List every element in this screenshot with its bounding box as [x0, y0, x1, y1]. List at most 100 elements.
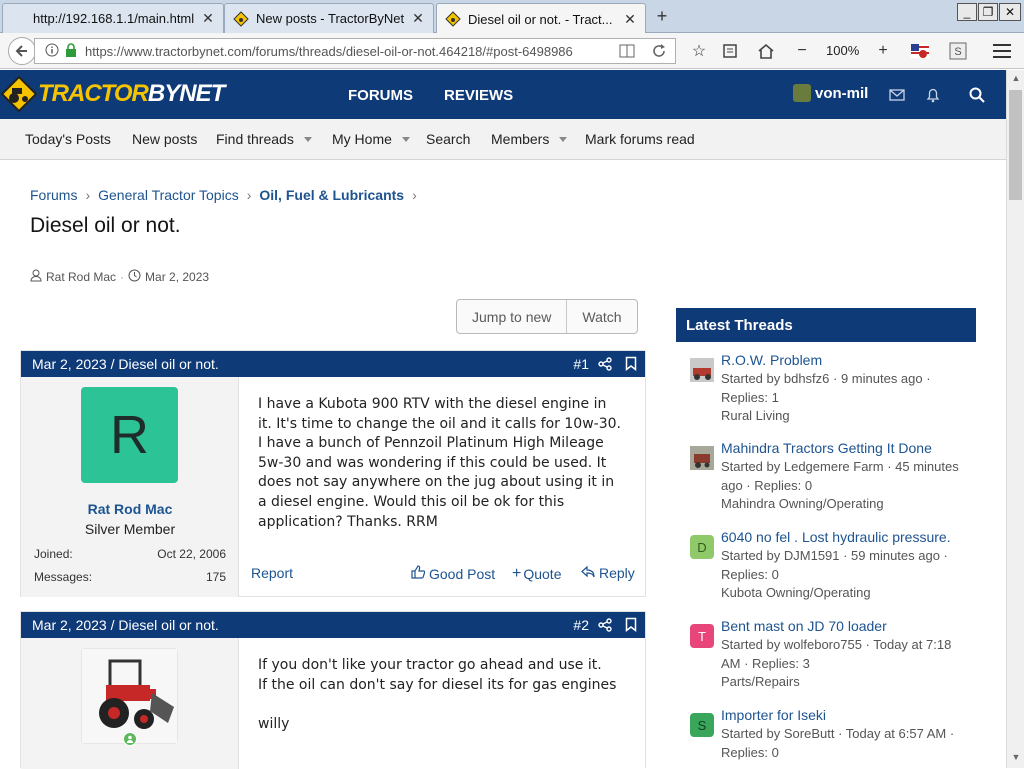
avatar[interactable]: S: [690, 713, 714, 737]
scrollbar-thumb[interactable]: [1009, 90, 1022, 200]
thread-meta-line: ago · Replies: 0: [721, 477, 813, 493]
address-bar[interactable]: https://www.tractorbynet.com/forums/thre…: [34, 38, 676, 64]
avatar[interactable]: T: [690, 624, 714, 648]
joined-value: Oct 22, 2006: [157, 547, 226, 561]
scroll-up-icon[interactable]: ▲: [1010, 73, 1022, 85]
user-rank: Silver Member: [84, 521, 176, 537]
avatar[interactable]: [690, 446, 714, 470]
thread-meta-line: Replies: 0: [721, 566, 779, 582]
post-text-line: I have a bunch of Pennzoil Platinum High…: [258, 435, 604, 452]
scroll-down-icon[interactable]: ▼: [1010, 752, 1022, 764]
bookmark-icon[interactable]: [625, 617, 637, 635]
subnav-my-home[interactable]: My Home: [332, 131, 410, 147]
breadcrumb-general-tractor-topics[interactable]: General Tractor Topics: [98, 187, 239, 203]
close-tab-icon[interactable]: ✕: [623, 11, 637, 28]
chevron-down-icon[interactable]: [303, 136, 312, 142]
thread-forum[interactable]: Mahindra Owning/Operating: [721, 495, 971, 514]
thread-title-link[interactable]: Mahindra Tractors Getting It Done: [721, 440, 932, 456]
post-number[interactable]: #1: [573, 356, 589, 372]
browser-tab-new-posts[interactable]: New posts - TractorByNet ✕: [224, 3, 434, 33]
new-tab-button[interactable]: +: [652, 6, 672, 26]
thread-title-link[interactable]: Importer for Iseki: [721, 707, 826, 723]
quote-button[interactable]: + Quote: [512, 565, 561, 583]
avatar[interactable]: D: [690, 535, 714, 559]
inbox-icon[interactable]: [887, 85, 907, 105]
subnav-mark-forums-read[interactable]: Mark forums read: [585, 131, 695, 147]
watch-button[interactable]: Watch: [566, 300, 636, 333]
search-icon[interactable]: [967, 85, 987, 105]
flag-extension-icon[interactable]: [908, 39, 932, 63]
post-text-line: a diesel engine. Would this oil be ok fo…: [258, 493, 565, 510]
tab-title: http://192.168.1.1/main.html: [33, 11, 195, 26]
bookmark-star-icon[interactable]: ☆: [687, 39, 711, 63]
jump-to-new-button[interactable]: Jump to new: [457, 300, 566, 333]
thread-meta: Started by SoreButt · Today at 6:57 AM ·…: [721, 725, 971, 762]
widget-title[interactable]: Latest Threads: [676, 308, 976, 342]
reply-button[interactable]: Reply: [581, 565, 635, 581]
site-logo[interactable]: TRACTOR BYNET: [0, 75, 225, 113]
avatar[interactable]: [81, 648, 178, 744]
online-status-icon: [123, 732, 137, 746]
messages-label: Messages:: [34, 570, 93, 584]
thread-title-link[interactable]: R.O.W. Problem: [721, 352, 822, 368]
zoom-in-button[interactable]: +: [871, 39, 895, 63]
chevron-down-icon[interactable]: [559, 136, 568, 142]
thread-title-link[interactable]: 6040 no fel . Lost hydraulic pressure.: [721, 529, 951, 545]
close-tab-icon[interactable]: ✕: [411, 10, 425, 27]
subnav-find-threads[interactable]: Find threads: [216, 131, 312, 147]
browser-tab-diesel-oil[interactable]: Diesel oil or not. - Tract... ✕: [436, 3, 646, 34]
zoom-out-button[interactable]: −: [790, 39, 814, 63]
svg-text:S: S: [954, 46, 961, 58]
good-post-button[interactable]: Good Post: [411, 565, 495, 582]
breadcrumb-oil-fuel-lubricants[interactable]: Oil, Fuel & Lubricants: [259, 187, 404, 203]
thread-date[interactable]: Mar 2, 2023: [145, 270, 209, 284]
avatar[interactable]: [690, 358, 714, 382]
thread-forum[interactable]: Rural Living: [721, 407, 971, 426]
share-icon[interactable]: [598, 618, 612, 635]
menu-hamburger-icon[interactable]: [990, 39, 1014, 63]
browser-navigation-bar: https://www.tractorbynet.com/forums/thre…: [0, 33, 1024, 69]
plus-icon: +: [512, 565, 522, 582]
reload-icon[interactable]: [651, 43, 667, 62]
user-menu[interactable]: von-mil: [793, 84, 868, 102]
reader-view-icon[interactable]: [619, 44, 635, 61]
tab-title: Diesel oil or not. - Tract...: [468, 11, 613, 27]
close-window-button[interactable]: ✕: [999, 3, 1021, 21]
thread-meta: Started by DJM1591 · 59 minutes ago · Re…: [721, 547, 971, 603]
subnav-members[interactable]: Members: [491, 131, 568, 147]
browser-tab-router[interactable]: http://192.168.1.1/main.html ✕: [2, 3, 224, 33]
thread-forum[interactable]: Kubota Owning/Operating: [721, 584, 971, 603]
post-number[interactable]: #2: [573, 617, 589, 633]
bell-icon[interactable]: [923, 85, 943, 105]
extension-icon[interactable]: S: [946, 39, 970, 63]
share-icon[interactable]: [598, 357, 612, 374]
breadcrumb-forums[interactable]: Forums: [30, 187, 77, 203]
post-date-link[interactable]: Mar 2, 2023 / Diesel oil or not.: [32, 617, 219, 633]
minimize-button[interactable]: _: [957, 3, 977, 21]
maximize-button[interactable]: ❐: [978, 3, 998, 21]
joined-label: Joined:: [34, 547, 73, 561]
thread-starter[interactable]: Rat Rod Mac: [46, 270, 116, 284]
thread-meta: Started by wolfeboro755 · Today at 7:18 …: [721, 636, 971, 692]
zoom-level[interactable]: 100%: [826, 43, 859, 58]
bookmark-icon[interactable]: [625, 356, 637, 374]
subnav-search[interactable]: Search: [426, 131, 470, 147]
home-icon[interactable]: [754, 39, 778, 63]
nav-forums[interactable]: FORUMS: [348, 87, 413, 104]
reply-label: Reply: [599, 565, 635, 581]
chevron-down-icon[interactable]: [401, 136, 410, 142]
thread-forum[interactable]: Parts/Repairs: [721, 673, 971, 692]
post-date-link[interactable]: Mar 2, 2023 / Diesel oil or not.: [32, 356, 219, 372]
subnav-todays-posts[interactable]: Today's Posts: [25, 131, 111, 147]
avatar[interactable]: R: [81, 387, 178, 483]
vertical-scrollbar[interactable]: ▲ ▼: [1006, 70, 1024, 768]
nav-reviews[interactable]: REVIEWS: [444, 87, 513, 104]
subnav-new-posts[interactable]: New posts: [132, 131, 197, 147]
thread-title-link[interactable]: Bent mast on JD 70 loader: [721, 618, 887, 634]
close-tab-icon[interactable]: ✕: [201, 10, 215, 27]
report-link[interactable]: Report: [251, 565, 293, 581]
library-icon[interactable]: [718, 39, 742, 63]
post-author[interactable]: Rat Rod Mac: [21, 501, 239, 517]
info-icon[interactable]: [45, 43, 59, 60]
back-button[interactable]: [8, 37, 36, 65]
